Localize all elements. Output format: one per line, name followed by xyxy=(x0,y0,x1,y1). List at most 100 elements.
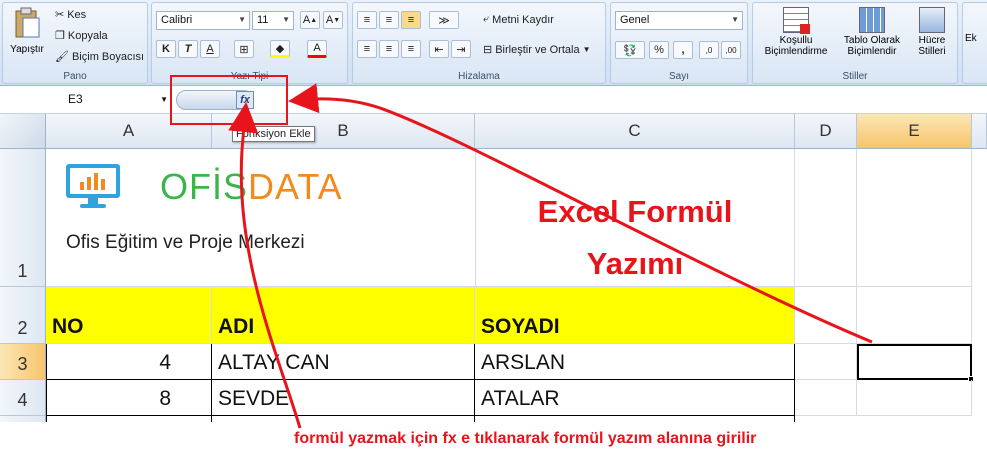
column-header-c[interactable]: C xyxy=(475,114,795,149)
cells-group: Ek xyxy=(962,2,987,84)
cell-b4[interactable]: SEVDE xyxy=(212,380,475,416)
row3-soyadi: ARSLAN xyxy=(481,351,566,374)
cell-c3[interactable]: ARSLAN xyxy=(475,344,795,380)
row-header-4[interactable]: 4 xyxy=(0,380,46,416)
cell-styles-icon xyxy=(919,7,945,33)
annotation-title: Excel Formül Yazımı xyxy=(500,186,770,290)
cell-e2[interactable] xyxy=(857,287,972,344)
cell-d1[interactable] xyxy=(795,149,857,287)
name-box[interactable]: E3 ▼ xyxy=(4,90,172,110)
accounting-format-button[interactable]: 💱 xyxy=(615,41,645,59)
align-center-button[interactable]: ≡ xyxy=(379,40,399,58)
header-adi: ADI xyxy=(218,315,255,338)
row3-adi: ALTAY CAN xyxy=(218,351,330,374)
bold-button[interactable]: K xyxy=(156,40,176,58)
orientation-button[interactable]: ≫ xyxy=(429,11,459,29)
fill-color-button[interactable]: ◆ xyxy=(270,40,290,58)
styles-group: Koşullu Biçimlendirme Tablo Olarak Biçim… xyxy=(752,2,958,84)
column-header-e[interactable]: E xyxy=(857,114,972,149)
font-name-value: Calibri xyxy=(161,14,193,26)
clipboard-group: Yapıştır ✂ Kes ❐ Kopyala 🖌 Biçim Boyacısı P… xyxy=(2,2,148,84)
column-header-f[interactable] xyxy=(972,114,987,149)
cell-a3[interactable]: 4 xyxy=(46,344,212,380)
chevron-down-icon: ▼ xyxy=(282,15,290,24)
cell-e1[interactable] xyxy=(857,149,972,287)
row4-adi: SEVDE xyxy=(218,387,290,410)
cell-a4[interactable]: 8 xyxy=(46,380,212,416)
borders-button[interactable]: ⊞ xyxy=(234,40,254,58)
cut-label: Kes xyxy=(67,8,87,21)
ribbon: Yapıştır ✂ Kes ❐ Kopyala 🖌 Biçim Boyacısı P… xyxy=(0,0,987,86)
cell-c2[interactable]: SOYADI xyxy=(475,287,795,344)
cell-d2[interactable] xyxy=(795,287,857,344)
number-format-value: Genel xyxy=(620,14,650,26)
formula-input[interactable] xyxy=(258,90,985,110)
name-box-highlight xyxy=(170,75,288,125)
row-header-3[interactable]: 3 xyxy=(0,344,46,380)
cell-c4[interactable]: ATALAR xyxy=(475,380,795,416)
align-left-button[interactable]: ≡ xyxy=(357,40,377,58)
chevron-down-icon: ▼ xyxy=(731,15,739,24)
cell-b3[interactable]: ALTAY CAN xyxy=(212,344,475,380)
cell-d3[interactable] xyxy=(795,344,857,380)
percent-button[interactable]: % xyxy=(649,41,669,59)
wrap-text-button[interactable]: ⤶ Metni Kaydır xyxy=(483,13,554,26)
row-header-2[interactable]: 2 xyxy=(0,287,46,344)
brush-icon: 🖌 xyxy=(55,51,69,63)
function-tooltip-text: Fonksiyon Ekle xyxy=(236,128,311,140)
format-painter-button[interactable]: 🖌 Biçim Boyacısı xyxy=(55,50,145,64)
chevron-down-icon: ▼ xyxy=(238,15,246,24)
comma-style-button[interactable]: , xyxy=(673,41,693,59)
wrap-text-icon: ⤶ xyxy=(483,13,490,25)
align-right-button[interactable]: ≡ xyxy=(401,40,421,58)
number-group-label: Sayı xyxy=(668,71,689,82)
cell-styles-label-2: Stilleri xyxy=(918,46,946,57)
italic-button[interactable]: T xyxy=(178,40,198,58)
format-as-table-label-1: Tablo Olarak xyxy=(843,35,901,46)
grow-font-button[interactable]: A ▲ xyxy=(300,11,320,29)
spreadsheet-grid: A B C D E 1 2 3 4 OFİSDATA Ofis Eğitim v… xyxy=(0,114,987,470)
align-middle-button[interactable]: ≡ xyxy=(379,11,399,29)
cell-a2[interactable]: NO xyxy=(46,287,212,344)
align-bottom-button[interactable]: ≡ xyxy=(401,11,421,29)
cell-d4[interactable] xyxy=(795,380,857,416)
cell-b2[interactable]: ADI xyxy=(212,287,475,344)
increase-indent-button[interactable]: ⇥ xyxy=(451,40,471,58)
insert-button[interactable]: Ek xyxy=(965,33,977,44)
copy-label: Kopyala xyxy=(67,29,108,42)
font-color-button[interactable]: A xyxy=(307,40,327,58)
brand-subtitle: Ofis Eğitim ve Proje Merkezi xyxy=(66,232,305,253)
merge-center-button[interactable]: ⊟ Birleştir ve Ortala ▼ xyxy=(483,43,591,57)
font-size-select[interactable]: 11 ▼ xyxy=(252,11,294,30)
cell-styles-button[interactable]: Hücre Stilleri xyxy=(909,5,955,57)
annotation-title-line-2: Yazımı xyxy=(586,246,684,281)
chevron-down-icon: ▼ xyxy=(582,45,591,54)
select-all-corner[interactable] xyxy=(0,114,46,149)
format-as-table-button[interactable]: Tablo Olarak Biçimlendir xyxy=(837,5,907,57)
paste-label: Yapıştır xyxy=(10,44,44,55)
decrease-indent-button[interactable]: ⇤ xyxy=(429,40,449,58)
increase-decimal-button[interactable]: ,0 xyxy=(699,41,719,59)
column-header-d[interactable]: D xyxy=(795,114,857,149)
conditional-formatting-button[interactable]: Koşullu Biçimlendirme xyxy=(757,5,835,57)
brand-name-part-2: DATA xyxy=(248,166,343,207)
name-box-value: E3 xyxy=(68,92,83,106)
conditional-formatting-label-1: Koşullu xyxy=(779,35,813,46)
shrink-font-button[interactable]: A ▼ xyxy=(323,11,343,29)
number-format-select[interactable]: Genel ▼ xyxy=(615,11,743,30)
row-header-1[interactable]: 1 xyxy=(0,149,46,287)
cut-button[interactable]: ✂ Kes xyxy=(55,8,87,22)
row3-no: 4 xyxy=(159,351,171,374)
cell-e3-selected[interactable] xyxy=(857,344,972,380)
font-name-select[interactable]: Calibri ▼ xyxy=(156,11,250,30)
paste-button[interactable]: Yapıştır xyxy=(7,7,47,65)
header-no: NO xyxy=(52,315,84,338)
copy-button[interactable]: ❐ Kopyala xyxy=(55,29,108,43)
format-painter-label: Biçim Boyacısı xyxy=(71,50,145,63)
format-as-table-label-2: Biçimlendir xyxy=(847,46,897,57)
decrease-decimal-button[interactable]: ,00 xyxy=(721,41,741,59)
font-size-value: 11 xyxy=(257,14,269,26)
cell-e4[interactable] xyxy=(857,380,972,416)
align-top-button[interactable]: ≡ xyxy=(357,11,377,29)
underline-button[interactable]: A xyxy=(200,40,220,58)
